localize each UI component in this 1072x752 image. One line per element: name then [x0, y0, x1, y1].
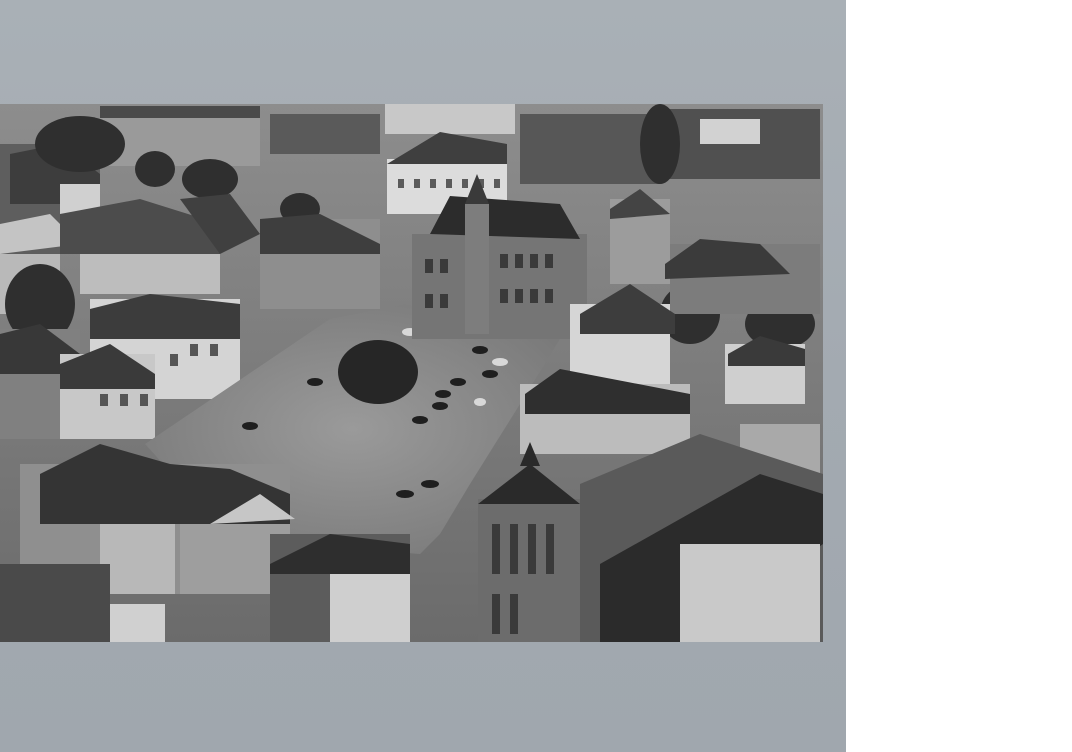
- aerial-town-square-photo: [0, 104, 823, 642]
- square-tree-icon: [338, 340, 418, 404]
- aerial-photo-postcard: [0, 104, 823, 642]
- blank-margin: [846, 0, 1072, 752]
- church-tower-icon: [478, 434, 823, 642]
